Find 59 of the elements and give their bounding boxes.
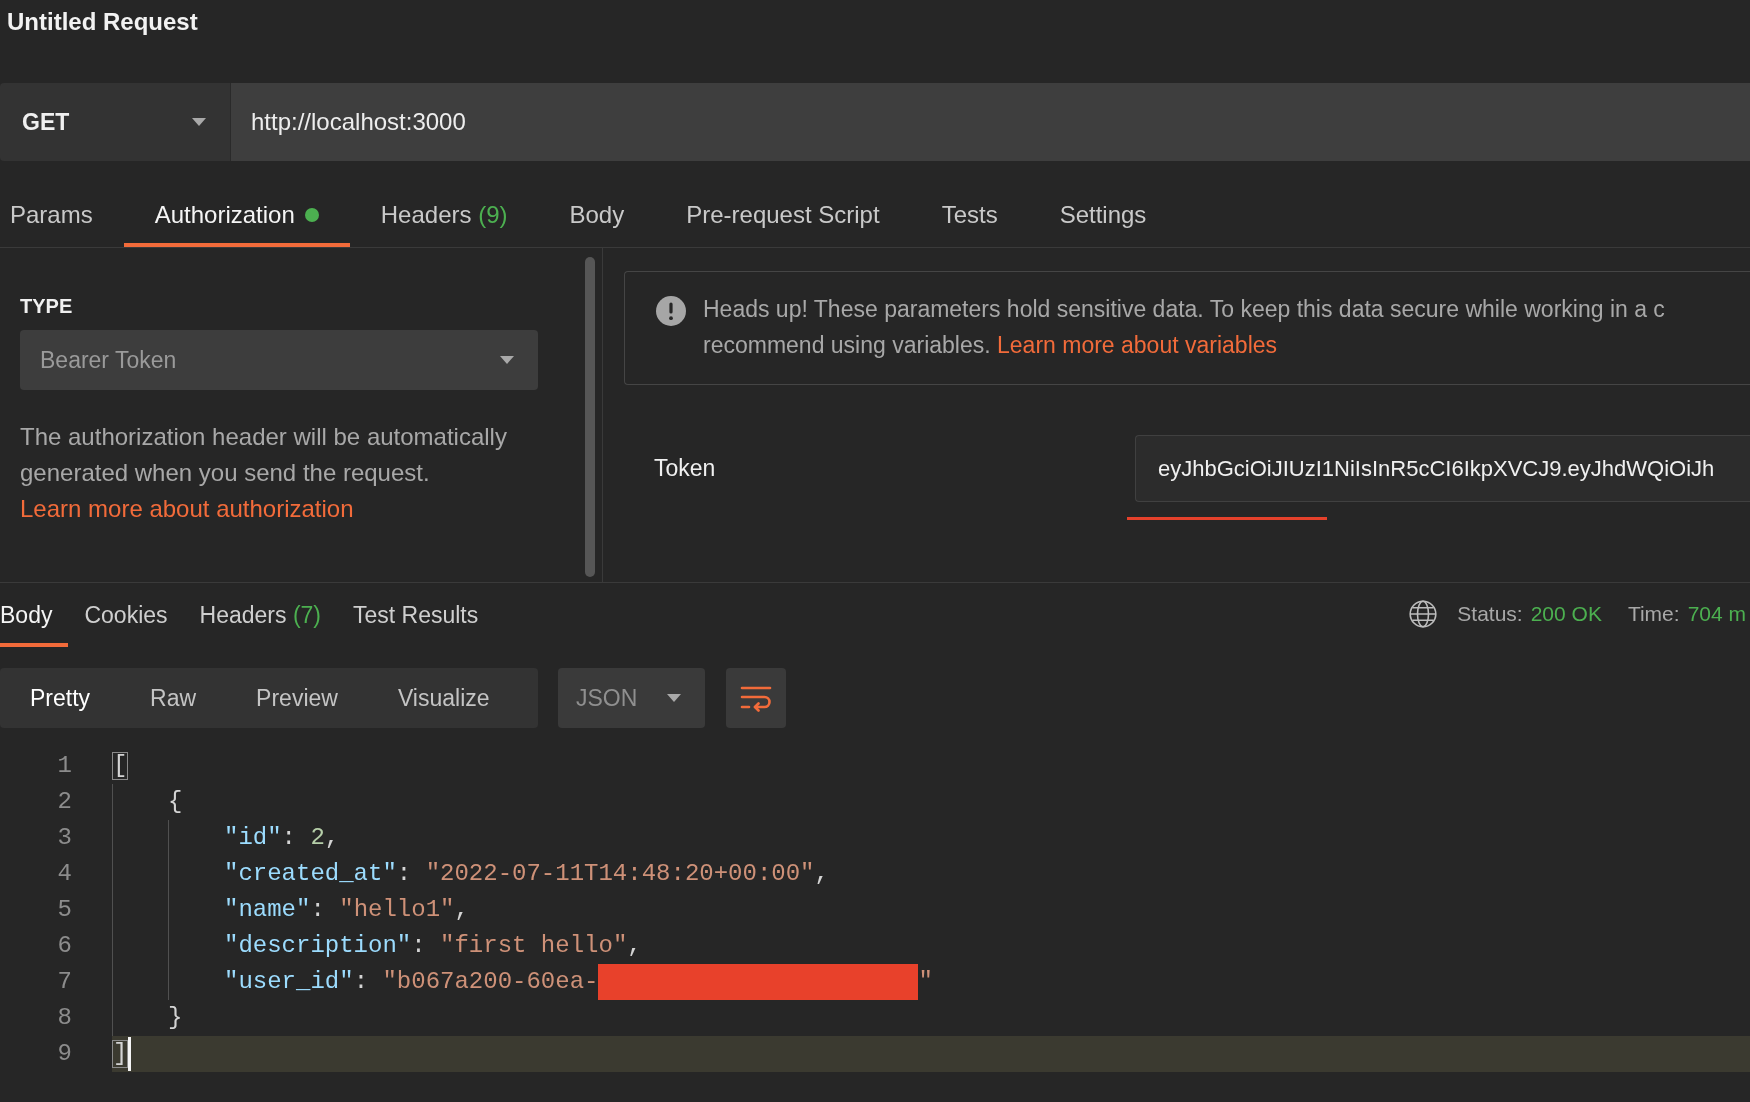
response-tab[interactable]: Cookies <box>68 583 184 647</box>
scrollbar[interactable] <box>585 257 595 577</box>
code-text: " <box>918 967 933 997</box>
time-label: Time: <box>1627 602 1680 626</box>
line-number: 3 <box>56 823 72 853</box>
line-number: 6 <box>56 931 72 961</box>
code-text: ] <box>112 1039 129 1070</box>
method-dropdown[interactable]: GET <box>0 83 231 161</box>
request-tab[interactable]: Headers (9) <box>349 183 539 247</box>
code-text: "description": "first hello", <box>224 931 642 961</box>
line-number: 7 <box>56 967 72 997</box>
line-number: 2 <box>56 787 72 817</box>
line-number: 8 <box>56 1003 72 1033</box>
time-value: 704 m <box>1687 602 1746 626</box>
request-tab[interactable]: Body <box>538 183 656 247</box>
request-tab[interactable]: Settings <box>1028 183 1178 247</box>
code-text: { <box>168 787 183 817</box>
token-label: Token <box>653 454 717 483</box>
token-field[interactable]: eyJhbGciOiJIUzI1NiIsInR5cCI6IkpXVCJ9.eyJhdWQiOiJh <box>1135 435 1750 502</box>
status-label: Status: <box>1457 602 1523 626</box>
line-number: 9 <box>56 1039 72 1069</box>
response-tab[interactable]: Headers (7) <box>183 583 337 647</box>
wrap-toggle-button[interactable] <box>726 668 786 728</box>
request-tab[interactable]: Pre-request Script <box>655 183 911 247</box>
globe-icon[interactable] <box>1409 600 1438 628</box>
notice-text: Heads up! These parameters hold sensitive data. To keep this data secure while working in a c recommend using variables. Learn more about variables <box>703 295 1665 360</box>
code-text: [ <box>112 751 129 782</box>
response-tab[interactable]: Body <box>0 583 69 647</box>
text-cursor <box>128 1037 132 1071</box>
line-number: 4 <box>56 859 72 889</box>
response-tab[interactable]: Test Results <box>337 583 495 647</box>
info-icon <box>656 296 686 326</box>
line-number: 1 <box>56 751 72 781</box>
code-text: "user_id": "b067a200-60ea- <box>224 967 599 997</box>
request-title: Untitled Request <box>6 7 198 37</box>
caret-icon <box>667 694 681 702</box>
code-text: "id": 2, <box>224 823 340 853</box>
auth-type-dropdown[interactable]: Bearer Token <box>20 330 538 390</box>
status-value: 200 OK <box>1530 602 1602 626</box>
type-label: TYPE <box>20 294 73 318</box>
view-mode-button[interactable]: Raw <box>120 668 227 728</box>
code-text: } <box>168 1003 183 1033</box>
request-tab[interactable]: Authorization <box>123 183 350 247</box>
view-mode-button[interactable]: Pretty <box>0 668 121 728</box>
caret-icon <box>500 356 514 364</box>
wrap-lines-icon <box>740 684 772 712</box>
request-tab[interactable]: Tests <box>910 183 1029 247</box>
line-number: 5 <box>56 895 72 925</box>
variables-link[interactable]: Learn more about variables <box>997 332 1278 358</box>
view-mode-button[interactable]: Preview <box>226 668 368 728</box>
caret-icon <box>192 118 206 126</box>
format-dropdown[interactable]: JSON <box>558 668 705 728</box>
code-text: "name": "hello1", <box>224 895 469 925</box>
auth-description: The authorization header will be automatically generated when you send the request. Learn more about authorization <box>20 422 508 524</box>
request-tab[interactable]: Params <box>0 183 124 247</box>
url-field[interactable]: http://localhost:3000 <box>231 83 1750 161</box>
auth-docs-link[interactable]: Learn more about authorization <box>20 495 354 522</box>
code-text: "created_at": "2022-07-11T14:48:20+00:00", <box>224 859 829 889</box>
view-mode-button[interactable]: Visualize <box>367 668 520 728</box>
